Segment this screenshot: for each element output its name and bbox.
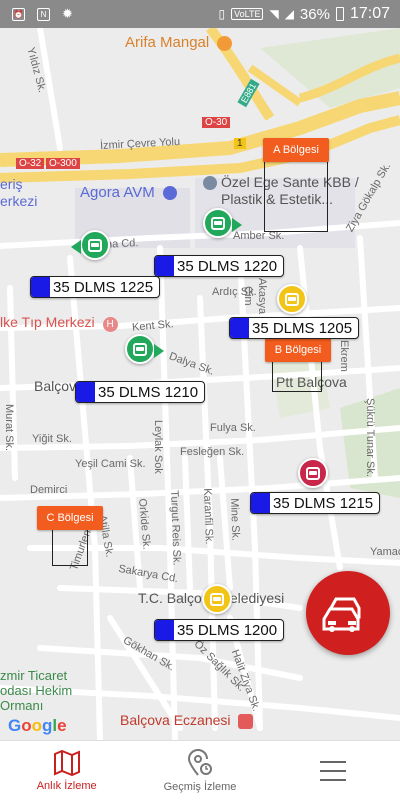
poi-arifa-mangal[interactable]: Arifa Mangal <box>125 34 233 51</box>
signal-icon: ◢ <box>284 7 294 21</box>
road-shield: O-32 <box>16 158 45 169</box>
hospital-icon: H <box>102 317 118 332</box>
bus-icon <box>133 342 147 356</box>
bus-marker-stopped[interactable] <box>298 458 328 488</box>
plate-flag <box>230 318 249 338</box>
poi-agora[interactable]: Agora AVM <box>80 184 177 201</box>
road-shield: O-300 <box>46 158 80 169</box>
region-c-frame <box>52 530 88 566</box>
menu-icon <box>320 760 347 781</box>
plate-flag <box>76 382 95 402</box>
bus-marker-moving[interactable] <box>125 334 164 364</box>
tab-live-tracking[interactable]: Anlık İzleme <box>0 741 133 800</box>
plate-flag <box>155 620 174 640</box>
status-bar: ⏰ N ✹ ▯ VoLTE ◥ ◢ 36% 17:07 <box>0 0 400 28</box>
bus-marker-moving[interactable] <box>71 230 110 260</box>
bus-marker-moving[interactable] <box>203 208 242 238</box>
street-label: Karanfil Sk. <box>201 488 215 545</box>
street-label: Yeşil Cami Sk. <box>75 458 146 470</box>
plate-label: 35 DLMS 1210 <box>98 383 199 401</box>
nfc-icon: N <box>37 7 50 21</box>
bottom-nav: Anlık İzleme Geçmiş İzleme <box>0 740 400 800</box>
battery-percent: 36% <box>299 5 330 23</box>
street-label: Çim <box>242 286 254 306</box>
street-label: Akasya <box>256 278 268 315</box>
region-a-frame <box>264 162 328 232</box>
wifi-icon: ◥ <box>269 7 279 21</box>
vehicle-plate[interactable]: 35 DLMS 1225 <box>30 276 161 298</box>
street-label: Şükrü Tunar Sk. <box>364 398 376 477</box>
poi-ilke[interactable]: lke Tıp Merkezi H <box>0 314 118 332</box>
bus-icon <box>210 592 224 606</box>
vehicle-plate[interactable]: 35 DLMS 1205 <box>229 317 360 339</box>
vibrate-icon: ▯ <box>218 7 226 21</box>
region-b-marker[interactable]: B Bölgesi <box>265 338 331 362</box>
plate-flag <box>155 256 174 276</box>
volte-badge: VoLTE <box>231 8 264 20</box>
bus-icon <box>88 238 102 252</box>
plate-label: 35 DLMS 1220 <box>177 257 278 275</box>
map-icon <box>53 749 80 776</box>
cars-icon <box>322 597 361 632</box>
alarm-icon: ⏰ <box>12 7 25 21</box>
tab-history-tracking[interactable]: Geçmiş İzleme <box>133 741 266 800</box>
street-label: Yiğit Sk. <box>32 433 72 445</box>
street-label: Leylak Sok <box>152 420 164 474</box>
street-label: Demirci <box>30 484 68 496</box>
plate-flag <box>31 277 50 297</box>
poi-eris[interactable]: eriş erkezi <box>0 176 37 210</box>
android-icon: ✹ <box>62 6 73 21</box>
tab-history-tracking-label: Geçmiş İzleme <box>163 780 237 793</box>
vehicle-plate[interactable]: 35 DLMS 1210 <box>75 381 206 403</box>
pharmacy-icon <box>238 713 254 729</box>
vehicle-plate[interactable]: 35 DLMS 1215 <box>250 492 381 514</box>
tab-menu[interactable] <box>267 741 400 800</box>
region-b-frame <box>272 362 322 392</box>
map-view[interactable]: Yıldız Sk. İzmir Çevre Yolu O-30 O-32 O-… <box>0 28 400 740</box>
tab-live-tracking-label: Anlık İzleme <box>36 779 97 792</box>
vehicle-plate[interactable]: 35 DLMS 1200 <box>154 619 285 641</box>
road-shield: 1 <box>234 138 246 149</box>
poi-izmir-ticaret[interactable]: zmir Ticaret odası Hekim Ormanı <box>0 668 72 713</box>
poi-eczane[interactable]: Balçova Eczanesi <box>120 712 254 729</box>
plate-label: 35 DLMS 1225 <box>53 278 154 296</box>
bus-marker-idle[interactable] <box>277 284 307 314</box>
street-label: Ekrem <box>338 340 350 372</box>
street-label: Murat Sk. <box>3 404 15 452</box>
road-shield: O-30 <box>202 117 231 128</box>
battery-icon <box>335 7 344 21</box>
plate-flag <box>251 493 270 513</box>
google-logo: Google <box>8 716 67 735</box>
shopping-icon <box>162 186 177 201</box>
poi-icon <box>203 176 217 190</box>
street-label: Yamaç <box>370 546 400 558</box>
restaurant-icon <box>217 35 233 51</box>
clock: 17:07 <box>349 5 390 22</box>
plate-label: 35 DLMS 1200 <box>177 621 278 639</box>
all-vehicles-button[interactable] <box>306 571 390 655</box>
bus-icon <box>285 292 299 306</box>
plate-label: 35 DLMS 1215 <box>273 494 374 512</box>
plate-label: 35 DLMS 1205 <box>252 319 353 337</box>
region-c-marker[interactable]: C Bölgesi <box>37 506 103 530</box>
bus-icon <box>306 466 320 480</box>
bus-marker-idle[interactable] <box>202 584 232 614</box>
street-label: Mine Sk. <box>228 498 242 542</box>
street-label: Fulya Sk. <box>210 422 256 434</box>
street-label: Fesleğen Sk. <box>180 446 245 458</box>
bus-icon <box>211 216 225 230</box>
history-pin-icon <box>187 748 212 776</box>
region-a-marker[interactable]: A Bölgesi <box>263 138 329 162</box>
vehicle-plate[interactable]: 35 DLMS 1220 <box>154 255 285 277</box>
